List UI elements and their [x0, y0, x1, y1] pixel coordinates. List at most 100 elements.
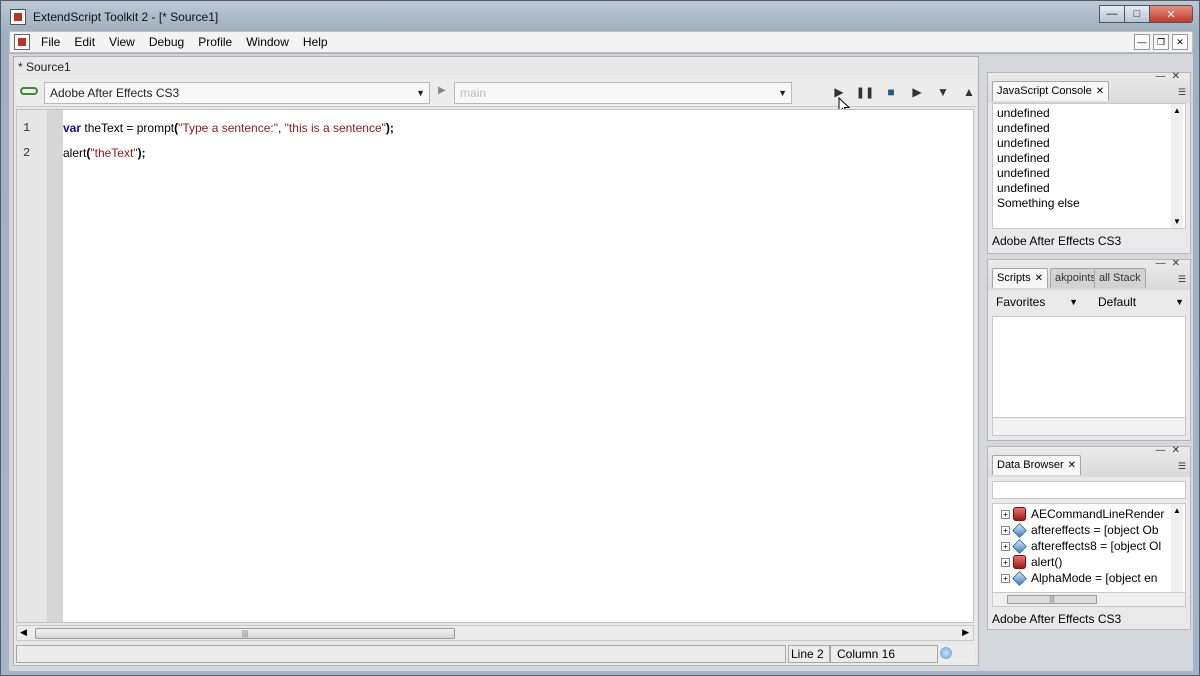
- console-output[interactable]: undefined undefined undefined undefined …: [992, 103, 1186, 229]
- app-icon[interactable]: [10, 9, 26, 25]
- scroll-right-icon[interactable]: ▶: [962, 627, 969, 638]
- code-line: alert("theText");: [63, 146, 146, 160]
- console-target-label: Adobe After Effects CS3: [992, 234, 1122, 248]
- menu-window[interactable]: Window: [239, 32, 296, 52]
- stop-icon[interactable]: ■: [882, 83, 900, 101]
- close-tab-icon[interactable]: ✕: [1096, 86, 1104, 97]
- status-line: Line 2: [788, 645, 830, 663]
- menu-profile[interactable]: Profile: [191, 32, 239, 52]
- maximize-button[interactable]: □: [1124, 5, 1150, 23]
- vertical-scrollbar[interactable]: ▲ ▼: [1171, 104, 1183, 228]
- tree-item[interactable]: + alert(): [1001, 554, 1062, 570]
- dropdown-arrow-icon: ▼: [778, 88, 787, 98]
- scroll-thumb[interactable]: |||: [1007, 595, 1097, 604]
- link-icon[interactable]: [20, 87, 38, 95]
- minimize-button[interactable]: —: [1099, 5, 1125, 23]
- engine-select[interactable]: main ▼: [454, 82, 792, 104]
- target-app-select[interactable]: Adobe After Effects CS3 ▼: [44, 82, 430, 104]
- scroll-up-icon[interactable]: ▲: [1173, 506, 1181, 515]
- status-bar: Line 2 Column 16: [16, 645, 974, 663]
- scroll-down-icon[interactable]: ▼: [1173, 217, 1181, 226]
- tab-javascript-console[interactable]: JavaScript Console ✕: [992, 81, 1110, 101]
- tab-data-browser[interactable]: Data Browser ✕: [992, 455, 1082, 475]
- console-line: undefined: [997, 106, 1050, 120]
- dropdown-arrow-icon: ▼: [1069, 297, 1078, 307]
- tab-scripts[interactable]: Scripts ✕: [992, 268, 1049, 288]
- panel-controls[interactable]: —✕: [1156, 258, 1186, 269]
- horizontal-scrollbar[interactable]: |||: [993, 592, 1185, 606]
- panel-controls[interactable]: —✕: [1156, 445, 1186, 456]
- line-number: 2: [23, 146, 31, 160]
- menu-debug[interactable]: Debug: [142, 32, 191, 52]
- vertical-scrollbar[interactable]: ▲: [1171, 504, 1183, 592]
- panel-menu-icon[interactable]: ☰: [1178, 274, 1186, 285]
- menu-bar: File Edit View Debug Profile Window Help…: [9, 31, 1193, 53]
- code-editor[interactable]: 1 2 var theText = prompt("Type a sentenc…: [16, 109, 974, 623]
- step-over-icon[interactable]: ▶: [908, 83, 926, 101]
- tree-item[interactable]: + aftereffects8 = [object Ol: [1001, 538, 1161, 554]
- dropdown-arrow-icon: ▼: [416, 88, 425, 98]
- panel-header: Scripts ✕ akpoints all Stack —✕ ☰: [988, 258, 1190, 290]
- menu-view[interactable]: View: [102, 32, 142, 52]
- default-select[interactable]: Default ▼: [1094, 292, 1188, 312]
- close-tab-icon[interactable]: ✕: [1068, 460, 1076, 471]
- line-number-gutter: [17, 110, 47, 622]
- doc-close-button[interactable]: ✕: [1172, 34, 1188, 50]
- console-line: undefined: [997, 181, 1050, 195]
- menu-file[interactable]: File: [34, 32, 67, 52]
- editor-toolbar: Adobe After Effects CS3 ▼ ▶ main ▼ ▶ ❚❚ …: [16, 79, 978, 115]
- scripts-panel: Scripts ✕ akpoints all Stack —✕ ☰ Favorit…: [987, 258, 1191, 441]
- scripts-list[interactable]: [992, 316, 1186, 436]
- close-tab-icon[interactable]: ✕: [1035, 273, 1043, 284]
- engine-status-icon: [940, 647, 952, 659]
- expand-icon: +: [1001, 541, 1010, 551]
- tree-item[interactable]: + aftereffects = [object Ob: [1001, 522, 1159, 538]
- favorites-select[interactable]: Favorites ▼: [992, 292, 1082, 312]
- target-app-value: Adobe After Effects CS3: [50, 86, 180, 100]
- menu-help[interactable]: Help: [296, 32, 335, 52]
- tree-item[interactable]: + AECommandLineRender: [1001, 506, 1164, 522]
- object-icon: [1012, 538, 1027, 554]
- doc-restore-button[interactable]: ❐: [1153, 34, 1169, 50]
- expand-icon: +: [1001, 525, 1010, 535]
- javascript-console-panel: JavaScript Console ✕ —✕ ☰ undefined undef…: [987, 71, 1191, 254]
- panel-header: Data Browser ✕ —✕ ☰: [988, 445, 1190, 477]
- app-window: ExtendScript Toolkit 2 - [* Source1] — □…: [0, 0, 1200, 676]
- scroll-thumb[interactable]: |||: [35, 628, 455, 639]
- close-button[interactable]: ✕: [1149, 5, 1193, 23]
- title-bar: ExtendScript Toolkit 2 - [* Source1] — □…: [1, 1, 1199, 33]
- tab-call-stack[interactable]: all Stack: [1094, 268, 1146, 288]
- horizontal-scrollbar[interactable]: ◀ ||| ▶: [16, 625, 974, 641]
- scripts-scroll-area[interactable]: [993, 417, 1185, 435]
- window-controls: — □ ✕: [1099, 5, 1193, 23]
- step-out-icon[interactable]: ▲: [960, 83, 978, 101]
- scroll-up-icon[interactable]: ▲: [1173, 106, 1181, 115]
- console-line: undefined: [997, 166, 1050, 180]
- function-icon: [1013, 507, 1026, 521]
- console-line: undefined: [997, 136, 1050, 150]
- console-line: Something else: [997, 196, 1080, 210]
- pause-icon[interactable]: ❚❚: [856, 83, 874, 101]
- tree-item[interactable]: + AlphaMode = [object en: [1001, 570, 1157, 586]
- data-browser-panel: Data Browser ✕ —✕ ☰ + AECommandLineRender …: [987, 445, 1191, 630]
- code-line: var theText = prompt("Type a sentence:",…: [63, 121, 394, 135]
- scroll-left-icon[interactable]: ◀: [20, 627, 27, 638]
- object-icon: [1012, 522, 1027, 538]
- panel-menu-icon[interactable]: ☰: [1178, 461, 1186, 472]
- play-disabled-icon: ▶: [438, 85, 446, 96]
- panel-controls[interactable]: —✕: [1156, 71, 1186, 82]
- status-column: Column 16: [830, 645, 938, 663]
- console-line: undefined: [997, 151, 1050, 165]
- doc-minimize-button[interactable]: —: [1134, 34, 1150, 50]
- data-browser-tree[interactable]: + AECommandLineRender + aftereffects = [ob…: [992, 503, 1186, 607]
- data-browser-filter-input[interactable]: [992, 481, 1186, 499]
- line-number: 1: [23, 121, 31, 135]
- menu-edit[interactable]: Edit: [67, 32, 102, 52]
- document-window-controls: — ❐ ✕: [1131, 34, 1188, 50]
- tab-breakpoints[interactable]: akpoints: [1050, 268, 1096, 288]
- step-into-icon[interactable]: ▼: [934, 83, 952, 101]
- document-tab[interactable]: * Source1: [18, 60, 71, 74]
- panel-menu-icon[interactable]: ☰: [1178, 87, 1186, 98]
- document-icon[interactable]: [14, 34, 30, 50]
- breakpoint-gutter[interactable]: [47, 110, 63, 622]
